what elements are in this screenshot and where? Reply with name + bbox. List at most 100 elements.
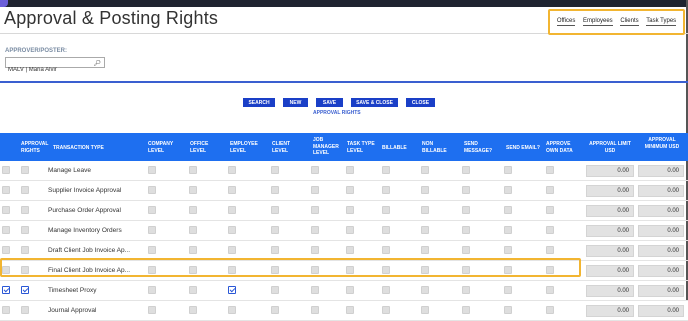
employee-level-checkbox[interactable] xyxy=(228,226,236,234)
table-row[interactable]: Timesheet Proxy 0.00 0.00 xyxy=(0,281,688,301)
link-offices[interactable]: Offices xyxy=(556,18,576,26)
header-company-level[interactable]: COMPANY LEVEL xyxy=(148,141,182,154)
header-send-message[interactable]: SEND MESSAGE? xyxy=(464,141,500,154)
billable-checkbox[interactable] xyxy=(382,226,390,234)
send-message-checkbox[interactable] xyxy=(462,166,470,174)
billable-checkbox[interactable] xyxy=(382,286,390,294)
close-button[interactable]: CLOSE xyxy=(406,98,435,107)
approval-minimum-field[interactable]: 0.00 xyxy=(638,225,684,237)
office-level-checkbox[interactable] xyxy=(189,226,197,234)
approval-rights-checkbox[interactable] xyxy=(21,206,29,214)
approve-own-data-checkbox[interactable] xyxy=(546,306,554,314)
client-level-checkbox[interactable] xyxy=(271,286,279,294)
employee-level-checkbox[interactable] xyxy=(228,286,236,294)
new-button[interactable]: NEW xyxy=(283,98,308,107)
task-type-level-checkbox[interactable] xyxy=(346,186,354,194)
approval-minimum-field[interactable]: 0.00 xyxy=(638,245,684,257)
table-row[interactable]: Supplier Invoice Approval 0.00 0.00 xyxy=(0,181,688,201)
approval-rights-checkbox[interactable] xyxy=(21,166,29,174)
task-type-level-checkbox[interactable] xyxy=(346,266,354,274)
non-billable-checkbox[interactable] xyxy=(421,306,429,314)
table-row[interactable]: Draft Client Job Invoice Ap... 0.00 0.00 xyxy=(0,241,688,261)
client-level-checkbox[interactable] xyxy=(271,166,279,174)
send-email-checkbox[interactable] xyxy=(504,306,512,314)
approval-rights-checkbox[interactable] xyxy=(21,186,29,194)
save-button[interactable]: SAVE xyxy=(316,98,343,107)
header-approval-rights[interactable]: APPROVAL RIGHTS xyxy=(21,141,48,154)
task-type-level-checkbox[interactable] xyxy=(346,226,354,234)
header-transaction-type[interactable]: TRANSACTION TYPE xyxy=(53,145,123,152)
link-task-types[interactable]: Task Types xyxy=(646,18,677,26)
header-approval-minimum[interactable]: APPROVAL MINIMUM USD xyxy=(642,137,682,150)
approval-rights-checkbox[interactable] xyxy=(21,286,29,294)
task-type-level-checkbox[interactable] xyxy=(346,286,354,294)
row-select-checkbox[interactable] xyxy=(2,226,10,234)
non-billable-checkbox[interactable] xyxy=(421,166,429,174)
billable-checkbox[interactable] xyxy=(382,206,390,214)
search-button[interactable]: SEARCH xyxy=(243,98,275,107)
header-approval-limit[interactable]: APPROVAL LIMIT USD xyxy=(587,141,633,154)
table-row[interactable]: Manage Leave 0.00 0.00 xyxy=(0,161,688,181)
approval-limit-field[interactable]: 0.00 xyxy=(586,225,634,237)
link-employees[interactable]: Employees xyxy=(583,18,613,26)
header-send-email[interactable]: SEND EMAIL? xyxy=(506,145,546,152)
row-select-checkbox[interactable] xyxy=(2,206,10,214)
approve-own-data-checkbox[interactable] xyxy=(546,166,554,174)
table-row[interactable]: Manage Inventory Orders 0.00 0.00 xyxy=(0,221,688,241)
billable-checkbox[interactable] xyxy=(382,266,390,274)
task-type-level-checkbox[interactable] xyxy=(346,206,354,214)
approval-limit-field[interactable]: 0.00 xyxy=(586,305,634,317)
employee-level-checkbox[interactable] xyxy=(228,206,236,214)
approve-own-data-checkbox[interactable] xyxy=(546,186,554,194)
row-select-checkbox[interactable] xyxy=(2,286,10,294)
save-close-button[interactable]: SAVE & CLOSE xyxy=(351,98,398,107)
non-billable-checkbox[interactable] xyxy=(421,286,429,294)
approver-field[interactable]: 🔎︎ xyxy=(5,57,105,75)
send-email-checkbox[interactable] xyxy=(504,206,512,214)
task-type-level-checkbox[interactable] xyxy=(346,246,354,254)
job-manager-level-checkbox[interactable] xyxy=(311,246,319,254)
company-level-checkbox[interactable] xyxy=(148,286,156,294)
link-clients[interactable]: Clients xyxy=(620,18,639,26)
office-level-checkbox[interactable] xyxy=(189,206,197,214)
company-level-checkbox[interactable] xyxy=(148,266,156,274)
header-client-level[interactable]: CLIENT LEVEL xyxy=(272,141,302,154)
approval-limit-field[interactable]: 0.00 xyxy=(586,205,634,217)
non-billable-checkbox[interactable] xyxy=(421,266,429,274)
job-manager-level-checkbox[interactable] xyxy=(311,166,319,174)
table-row[interactable]: Purchase Order Approval 0.00 0.00 xyxy=(0,201,688,221)
header-non-billable[interactable]: NON BILLABLE xyxy=(422,141,452,154)
send-email-checkbox[interactable] xyxy=(504,186,512,194)
company-level-checkbox[interactable] xyxy=(148,306,156,314)
office-level-checkbox[interactable] xyxy=(189,286,197,294)
approve-own-data-checkbox[interactable] xyxy=(546,286,554,294)
client-level-checkbox[interactable] xyxy=(271,186,279,194)
header-employee-level[interactable]: EMPLOYEE LEVEL xyxy=(230,141,264,154)
approve-own-data-checkbox[interactable] xyxy=(546,266,554,274)
employee-level-checkbox[interactable] xyxy=(228,186,236,194)
header-office-level[interactable]: OFFICE LEVEL xyxy=(190,141,220,154)
approval-minimum-field[interactable]: 0.00 xyxy=(638,165,684,177)
send-email-checkbox[interactable] xyxy=(504,166,512,174)
header-job-manager-level[interactable]: JOB MANAGER LEVEL xyxy=(313,137,343,157)
billable-checkbox[interactable] xyxy=(382,186,390,194)
billable-checkbox[interactable] xyxy=(382,166,390,174)
send-email-checkbox[interactable] xyxy=(504,226,512,234)
company-level-checkbox[interactable] xyxy=(148,166,156,174)
client-level-checkbox[interactable] xyxy=(271,306,279,314)
send-message-checkbox[interactable] xyxy=(462,266,470,274)
office-level-checkbox[interactable] xyxy=(189,246,197,254)
approval-limit-field[interactable]: 0.00 xyxy=(586,265,634,277)
job-manager-level-checkbox[interactable] xyxy=(311,206,319,214)
send-message-checkbox[interactable] xyxy=(462,186,470,194)
non-billable-checkbox[interactable] xyxy=(421,226,429,234)
job-manager-level-checkbox[interactable] xyxy=(311,266,319,274)
approval-minimum-field[interactable]: 0.00 xyxy=(638,185,684,197)
table-row[interactable]: Final Client Job Invoice Ap... 0.00 0.00 xyxy=(0,261,688,281)
send-message-checkbox[interactable] xyxy=(462,206,470,214)
row-select-checkbox[interactable] xyxy=(2,246,10,254)
send-message-checkbox[interactable] xyxy=(462,226,470,234)
company-level-checkbox[interactable] xyxy=(148,186,156,194)
company-level-checkbox[interactable] xyxy=(148,246,156,254)
company-level-checkbox[interactable] xyxy=(148,206,156,214)
